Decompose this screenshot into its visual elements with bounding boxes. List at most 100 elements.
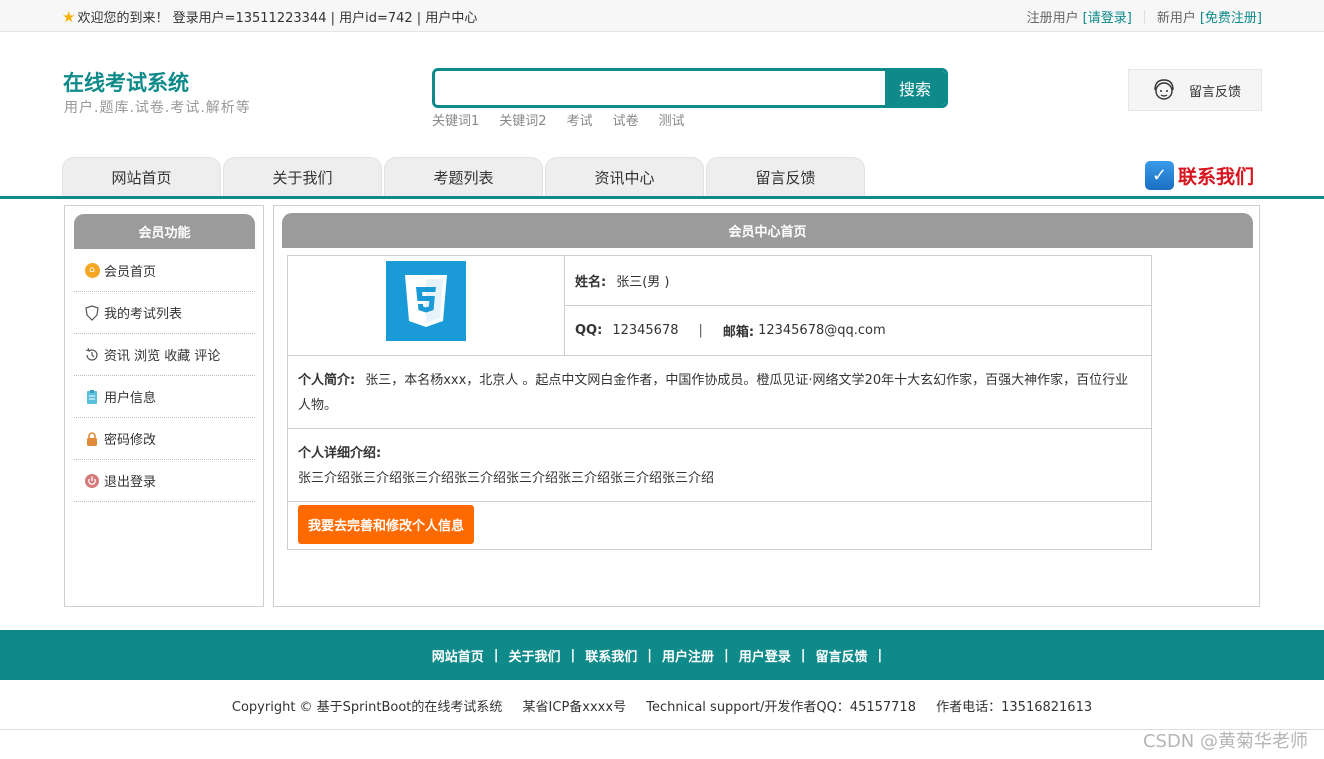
support-text: Technical support/开发作者QQ：45157718 bbox=[646, 700, 916, 715]
avatar-cell bbox=[288, 256, 565, 355]
contact-us-banner[interactable]: ✓ 联系我们 bbox=[1145, 161, 1254, 190]
sidebar-item-change-password[interactable]: 密码修改 bbox=[74, 418, 255, 460]
main-nav: 网站首页 关于我们 考题列表 资讯中心 留言反馈 bbox=[62, 157, 865, 196]
css3-logo-icon bbox=[405, 275, 447, 327]
intro-row: 个人简介: 张三，本名杨xxx，北京人 。起点中文网白金作者，中国作协成员。橙瓜见… bbox=[288, 356, 1151, 429]
feedback-button[interactable]: 留言反馈 bbox=[1128, 69, 1262, 111]
contact-us-label: 联系我们 bbox=[1178, 166, 1255, 188]
copyright-text: Copyright © 基于SprintBoot的在线考试系统 bbox=[231, 700, 503, 715]
shield-icon bbox=[84, 304, 100, 321]
history-icon bbox=[84, 347, 100, 363]
sidebar-item-label: 我的考试列表 bbox=[104, 307, 183, 322]
sidebar-item-logout[interactable]: 退出登录 bbox=[74, 460, 255, 502]
sidebar-item-label: 用户信息 bbox=[104, 391, 157, 406]
keyword-link[interactable]: 关键词2 bbox=[499, 110, 546, 129]
name-row: 姓名: 张三(男 ) bbox=[565, 256, 1151, 305]
keyword-link[interactable]: 试卷 bbox=[613, 110, 639, 129]
separator: | bbox=[647, 647, 652, 663]
phone-text: 作者电话：13516821613 bbox=[936, 700, 1093, 715]
action-row: 我要去完善和修改个人信息 bbox=[288, 502, 1151, 549]
nav-tab-home[interactable]: 网站首页 bbox=[62, 157, 221, 196]
nav-tab-news[interactable]: 资讯中心 bbox=[545, 157, 704, 196]
sidebar-item-my-exams[interactable]: 我的考试列表 bbox=[74, 292, 255, 334]
nav-tab-questions[interactable]: 考题列表 bbox=[384, 157, 543, 196]
keyword-link[interactable]: 测试 bbox=[659, 110, 685, 129]
separator: | bbox=[698, 323, 703, 338]
copyright-line: Copyright © 基于SprintBoot的在线考试系统 某省ICP备xx… bbox=[0, 696, 1324, 715]
keyword-link[interactable]: 考试 bbox=[567, 110, 593, 129]
sidebar-item-label: 密码修改 bbox=[104, 433, 157, 448]
footer-link-login[interactable]: 用户登录 bbox=[739, 646, 791, 665]
name-value: 张三(男 ) bbox=[616, 275, 670, 290]
sidebar-title: 会员功能 bbox=[74, 214, 255, 249]
sidebar-item-label: 退出登录 bbox=[104, 475, 157, 490]
name-label: 姓名: bbox=[575, 275, 607, 290]
sidebar-item-user-info[interactable]: 用户信息 bbox=[74, 376, 255, 418]
sidebar-item-member-home[interactable]: ⌂ 会员首页 bbox=[74, 250, 255, 292]
sidebar-menu: ⌂ 会员首页 我的考试列表 资讯 浏览 收藏 评论 用户信息 密码修改 退出登录 bbox=[74, 250, 255, 502]
feedback-label: 留言反馈 bbox=[1189, 84, 1242, 100]
separator: | bbox=[877, 647, 883, 663]
bottom-divider bbox=[0, 729, 1324, 730]
welcome-area: ★ 欢迎您的到来！ 登录用户=13511223344 | 用户id=742 | … bbox=[62, 7, 478, 27]
avatar bbox=[386, 261, 466, 341]
search-button[interactable]: 搜索 bbox=[885, 71, 945, 105]
member-main-panel: 会员中心首页 姓名: 张三(男 ) QQ: 12345678 | 邮箱: 123… bbox=[273, 205, 1260, 607]
intro-label: 个人简介: bbox=[298, 373, 356, 388]
site-title[interactable]: 在线考试系统 bbox=[63, 67, 189, 97]
welcome-text: 欢迎您的到来！ 登录用户=13511223344 | 用户id=742 | 用户… bbox=[77, 11, 478, 26]
divider bbox=[1143, 9, 1145, 24]
qq-value: 12345678 bbox=[612, 323, 679, 338]
intro-value: 张三，本名杨xxx，北京人 。起点中文网白金作者，中国作协成员。橙瓜见证·网络文… bbox=[298, 373, 1129, 413]
watermark: CSDN @黄菊华老师 bbox=[1142, 731, 1308, 752]
footer-link-feedback[interactable]: 留言反馈 bbox=[816, 646, 868, 665]
nav-divider bbox=[0, 196, 1324, 199]
login-link[interactable]: [请登录] bbox=[1083, 7, 1132, 26]
edit-profile-button[interactable]: 我要去完善和修改个人信息 bbox=[298, 505, 475, 544]
site-subtitle: 用户.题库.试卷.考试.解析等 bbox=[64, 100, 251, 116]
profile-header-row: 姓名: 张三(男 ) QQ: 12345678 | 邮箱: 12345678@q… bbox=[288, 256, 1151, 356]
email-label: 邮箱: bbox=[722, 325, 755, 340]
separator: | bbox=[493, 647, 499, 663]
footer-link-about[interactable]: 关于我们 bbox=[508, 646, 560, 665]
panel-title: 会员中心首页 bbox=[282, 213, 1253, 248]
home-icon: ⌂ bbox=[84, 263, 100, 279]
profile-table: 姓名: 张三(男 ) QQ: 12345678 | 邮箱: 12345678@q… bbox=[287, 255, 1152, 550]
lock-icon bbox=[84, 431, 100, 447]
search-input[interactable] bbox=[435, 71, 885, 105]
footer-link-home[interactable]: 网站首页 bbox=[432, 646, 484, 665]
search-bar: 搜索 bbox=[432, 68, 948, 108]
footer-nav: 网站首页 | 关于我们 | 联系我们 | 用户注册 | 用户登录 | 留言反馈 | bbox=[0, 630, 1324, 680]
separator: | bbox=[570, 647, 576, 663]
sidebar-item-news-history[interactable]: 资讯 浏览 收藏 评论 bbox=[74, 334, 255, 376]
footer-link-contact[interactable]: 联系我们 bbox=[585, 646, 637, 665]
qq-label: QQ: bbox=[575, 323, 603, 338]
detail-value: 张三介绍张三介绍张三介绍张三介绍张三介绍张三介绍张三介绍张三介绍 bbox=[298, 471, 715, 486]
sidebar-item-label: 会员首页 bbox=[104, 265, 157, 280]
separator: | bbox=[800, 647, 806, 663]
separator: | bbox=[724, 647, 729, 663]
detail-label: 个人详细介绍: bbox=[298, 446, 382, 461]
top-bar: ★ 欢迎您的到来！ 登录用户=13511223344 | 用户id=742 | … bbox=[0, 0, 1324, 32]
new-user-label: 新用户 bbox=[1156, 11, 1196, 26]
account-links: 注册用户 [请登录] 新用户 [免费注册] bbox=[1027, 7, 1262, 26]
registered-user-label: 注册用户 bbox=[1026, 11, 1079, 26]
email-value: 12345678@qq.com bbox=[758, 323, 886, 338]
detail-row: 个人详细介绍: 张三介绍张三介绍张三介绍张三介绍张三介绍张三介绍张三介绍张三介绍 bbox=[288, 429, 1151, 502]
footer-link-register[interactable]: 用户注册 bbox=[662, 646, 714, 665]
sidebar-item-label: 资讯 浏览 收藏 评论 bbox=[104, 349, 221, 364]
customer-service-icon bbox=[1154, 79, 1174, 100]
nav-tab-about[interactable]: 关于我们 bbox=[223, 157, 382, 196]
icp-text: 某省ICP备xxxx号 bbox=[522, 700, 627, 715]
keyword-link[interactable]: 关键词1 bbox=[432, 110, 479, 129]
member-sidebar: 会员功能 ⌂ 会员首页 我的考试列表 资讯 浏览 收藏 评论 用户信息 密码修改… bbox=[64, 205, 264, 607]
phone-icon: ✓ bbox=[1145, 161, 1174, 190]
nav-tab-feedback[interactable]: 留言反馈 bbox=[706, 157, 865, 196]
qq-email-row: QQ: 12345678 | 邮箱: 12345678@qq.com bbox=[565, 305, 1151, 355]
register-link[interactable]: [免费注册] bbox=[1200, 7, 1262, 26]
contact-info: 姓名: 张三(男 ) QQ: 12345678 | 邮箱: 12345678@q… bbox=[565, 256, 1151, 355]
clipboard-icon bbox=[84, 389, 100, 405]
power-icon bbox=[84, 473, 100, 489]
star-icon: ★ bbox=[62, 7, 76, 26]
hot-keywords: 关键词1 关键词2 考试 试卷 测试 bbox=[432, 110, 685, 129]
